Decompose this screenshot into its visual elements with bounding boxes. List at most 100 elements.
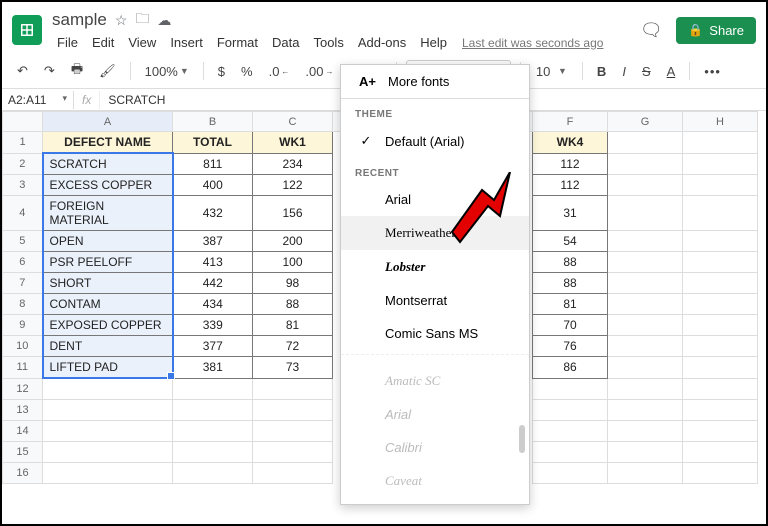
cell[interactable]: [43, 420, 173, 441]
cell[interactable]: [683, 132, 758, 154]
cell[interactable]: [173, 399, 253, 420]
cell[interactable]: [683, 441, 758, 462]
cell[interactable]: 200: [253, 231, 333, 252]
cell[interactable]: DEFECT NAME: [43, 132, 173, 154]
decrease-decimal-button[interactable]: .0←: [264, 61, 295, 82]
row-header[interactable]: 9: [3, 315, 43, 336]
cell[interactable]: [173, 420, 253, 441]
cell[interactable]: [43, 399, 173, 420]
cell[interactable]: 387: [173, 231, 253, 252]
cell[interactable]: [608, 315, 683, 336]
cell[interactable]: [253, 441, 333, 462]
row-header[interactable]: 3: [3, 175, 43, 196]
cell[interactable]: WK4: [533, 132, 608, 154]
row-header[interactable]: 4: [3, 196, 43, 231]
font-item[interactable]: Caveat: [341, 464, 529, 498]
cell[interactable]: 54: [533, 231, 608, 252]
row-header[interactable]: 1: [3, 132, 43, 154]
cell[interactable]: [608, 420, 683, 441]
cell[interactable]: SHORT: [43, 273, 173, 294]
cell[interactable]: [608, 294, 683, 315]
cell[interactable]: [608, 399, 683, 420]
cell[interactable]: 81: [253, 315, 333, 336]
cell[interactable]: [683, 378, 758, 399]
cell[interactable]: [683, 196, 758, 231]
cell[interactable]: [683, 357, 758, 379]
cell[interactable]: 400: [173, 175, 253, 196]
cell[interactable]: [683, 336, 758, 357]
row-header[interactable]: 13: [3, 399, 43, 420]
paint-format-button[interactable]: 🖌: [94, 60, 121, 82]
cell[interactable]: [173, 462, 253, 483]
currency-button[interactable]: $: [213, 61, 230, 82]
cell[interactable]: 70: [533, 315, 608, 336]
share-button[interactable]: 🔒 Share: [676, 17, 756, 44]
cell[interactable]: TOTAL: [173, 132, 253, 154]
toolbar-more-button[interactable]: •••: [699, 61, 726, 82]
col-header-G[interactable]: G: [608, 112, 683, 132]
name-box[interactable]: A2:A11 ▾: [2, 91, 74, 109]
cell[interactable]: [173, 441, 253, 462]
zoom-select[interactable]: 100% ▼: [140, 61, 194, 82]
cell[interactable]: [683, 252, 758, 273]
cell[interactable]: [43, 378, 173, 399]
cell[interactable]: [683, 294, 758, 315]
col-header-F[interactable]: F: [533, 112, 608, 132]
row-header[interactable]: 12: [3, 378, 43, 399]
cell[interactable]: 156: [253, 196, 333, 231]
cell[interactable]: [683, 153, 758, 175]
col-header-B[interactable]: B: [173, 112, 253, 132]
cell[interactable]: OPEN: [43, 231, 173, 252]
cell[interactable]: 432: [173, 196, 253, 231]
doc-title[interactable]: sample: [52, 10, 107, 30]
cell[interactable]: [608, 462, 683, 483]
cell[interactable]: [608, 273, 683, 294]
cell[interactable]: [533, 462, 608, 483]
cell[interactable]: 73: [253, 357, 333, 379]
font-item[interactable]: Comic Sans MS: [341, 317, 529, 350]
cell[interactable]: [533, 399, 608, 420]
cell[interactable]: CONTAM: [43, 294, 173, 315]
menu-insert[interactable]: Insert: [165, 33, 208, 52]
cell[interactable]: [683, 175, 758, 196]
cell[interactable]: [608, 252, 683, 273]
cell[interactable]: EXPOSED COPPER: [43, 315, 173, 336]
cell[interactable]: 112: [533, 153, 608, 175]
cell[interactable]: [173, 378, 253, 399]
cell[interactable]: [683, 315, 758, 336]
cell[interactable]: 442: [173, 273, 253, 294]
cell[interactable]: 88: [533, 273, 608, 294]
cell[interactable]: 98: [253, 273, 333, 294]
cell[interactable]: [683, 231, 758, 252]
menu-addons[interactable]: Add-ons: [353, 33, 411, 52]
font-item-default[interactable]: ✓ Default (Arial): [341, 124, 529, 158]
undo-button[interactable]: ↶: [12, 60, 33, 82]
cell[interactable]: [608, 132, 683, 154]
formula-bar[interactable]: SCRATCH: [100, 91, 173, 109]
cell[interactable]: 86: [533, 357, 608, 379]
cell[interactable]: [533, 378, 608, 399]
menu-tools[interactable]: Tools: [308, 33, 348, 52]
cell[interactable]: 100: [253, 252, 333, 273]
cell[interactable]: [253, 378, 333, 399]
cell[interactable]: SCRATCH: [43, 153, 173, 175]
font-item[interactable]: Arial: [341, 398, 529, 431]
menu-file[interactable]: File: [52, 33, 83, 52]
col-header-A[interactable]: A: [43, 112, 173, 132]
text-color-button[interactable]: A: [662, 61, 681, 82]
cell[interactable]: [43, 441, 173, 462]
star-icon[interactable]: ☆: [115, 12, 128, 29]
cell[interactable]: 76: [533, 336, 608, 357]
cell[interactable]: 112: [533, 175, 608, 196]
last-edit-link[interactable]: Last edit was seconds ago: [462, 36, 603, 50]
menu-data[interactable]: Data: [267, 33, 304, 52]
row-header[interactable]: 15: [3, 441, 43, 462]
cloud-icon[interactable]: ☁: [157, 12, 171, 29]
cell[interactable]: [608, 153, 683, 175]
move-icon[interactable]: 🗀: [135, 8, 149, 32]
row-header[interactable]: 14: [3, 420, 43, 441]
cell[interactable]: [683, 462, 758, 483]
italic-button[interactable]: I: [617, 61, 631, 82]
menu-format[interactable]: Format: [212, 33, 263, 52]
row-header[interactable]: 16: [3, 462, 43, 483]
